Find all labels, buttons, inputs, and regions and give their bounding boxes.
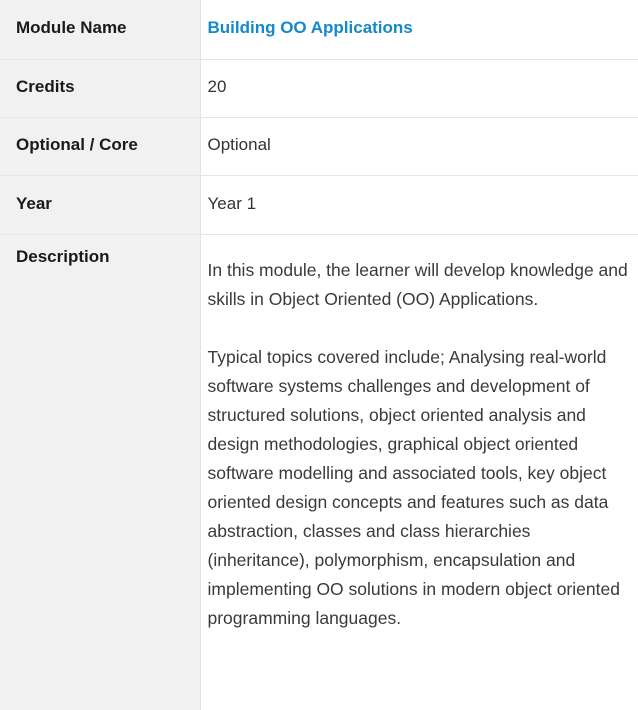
table-row-module-name: Module Name Building OO Applications: [0, 0, 638, 60]
description-paragraph-2: Typical topics covered include; Analysin…: [207, 347, 620, 628]
table-row-year: Year Year 1: [0, 175, 638, 235]
year-value: Year 1: [200, 175, 638, 235]
credits-label: Credits: [0, 59, 201, 118]
module-name-value: Building OO Applications: [207, 18, 413, 37]
module-details-table: Module Name Building OO Applications Cre…: [0, 0, 638, 710]
description-paragraph-1: In this module, the learner will develop…: [207, 260, 628, 309]
description-value: In this module, the learner will develop…: [200, 234, 638, 710]
year-label: Year: [0, 175, 201, 235]
credits-value: 20: [200, 59, 638, 118]
module-name-cell: Building OO Applications: [200, 0, 638, 60]
optional-core-value: Optional: [200, 117, 638, 176]
table-row-description: Description In this module, the learner …: [0, 234, 638, 710]
table-row-optional-core: Optional / Core Optional: [0, 117, 638, 176]
optional-core-label: Optional / Core: [0, 117, 201, 176]
description-label: Description: [0, 234, 201, 710]
module-name-label: Module Name: [0, 0, 201, 60]
module-details-panel: Module Name Building OO Applications Cre…: [0, 0, 638, 710]
table-row-credits: Credits 20: [0, 59, 638, 118]
